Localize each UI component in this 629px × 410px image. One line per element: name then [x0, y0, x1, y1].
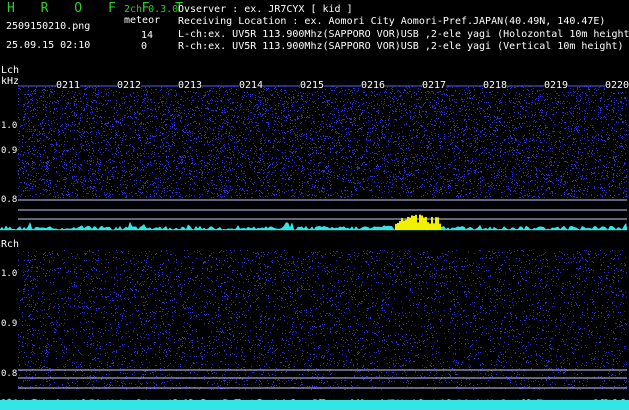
time-label: 0215	[300, 80, 325, 91]
noise-pixels	[18, 250, 627, 390]
time-label: 0211	[56, 80, 81, 91]
lch-unit: kHz	[1, 76, 20, 87]
meteor-bar	[415, 214, 417, 230]
meteor-bar	[429, 223, 431, 230]
lch-signal-trace	[0, 221, 628, 231]
lch-label: Lch	[1, 65, 20, 76]
lch-spectrogram-panel	[0, 85, 628, 231]
time-label: 0212	[117, 80, 142, 91]
meteor-bar	[405, 219, 407, 230]
meteor-bar	[439, 223, 441, 230]
meteor-bar	[437, 217, 439, 230]
meteor-bar	[433, 223, 435, 230]
meteor-bar	[421, 215, 423, 230]
rch-baseline-bar	[0, 400, 629, 410]
meteor-bar	[403, 220, 405, 230]
lch-tick-1-0: 1.0	[1, 121, 18, 131]
meteor-bar	[423, 217, 425, 230]
time-label: 0219	[544, 80, 569, 91]
time-label: 0214	[239, 80, 264, 91]
meteor-bar	[401, 218, 403, 230]
meteor-bar	[399, 221, 401, 230]
meteor-bar	[427, 222, 429, 230]
meteor-bar	[431, 217, 433, 230]
rch-spectrogram-panel	[0, 250, 629, 410]
meteor-bar	[435, 217, 437, 230]
rch-tick-0-8: 0.8	[1, 369, 18, 379]
meteor-bar	[411, 215, 413, 230]
time-label: 0218	[483, 80, 508, 91]
lch-noise-field	[18, 86, 627, 198]
meteor-bar	[409, 217, 411, 230]
meteor-bar	[413, 215, 415, 230]
meteor-bar	[419, 214, 421, 230]
meteor-bar	[395, 223, 397, 230]
meteor-bar	[397, 222, 399, 230]
rch-tick-0-9: 0.9	[1, 319, 18, 329]
time-label: 0220	[605, 80, 629, 91]
lch-tick-0-9: 0.9	[1, 146, 18, 156]
time-label: 0216	[361, 80, 386, 91]
time-label: 0213	[178, 80, 203, 91]
meteor-bar	[417, 222, 419, 230]
meteor-bar	[407, 216, 409, 230]
spectrogram-canvas	[0, 85, 629, 410]
time-label: 0217	[422, 80, 447, 91]
rch-label: Rch	[1, 239, 20, 250]
noise-pixels	[18, 86, 627, 198]
rch-noise-field	[18, 250, 627, 390]
meteor-burst	[395, 214, 441, 230]
rch-tick-1-0: 1.0	[1, 269, 18, 279]
lch-tick-0-8: 0.8	[1, 195, 18, 205]
meteor-bar	[425, 216, 427, 230]
